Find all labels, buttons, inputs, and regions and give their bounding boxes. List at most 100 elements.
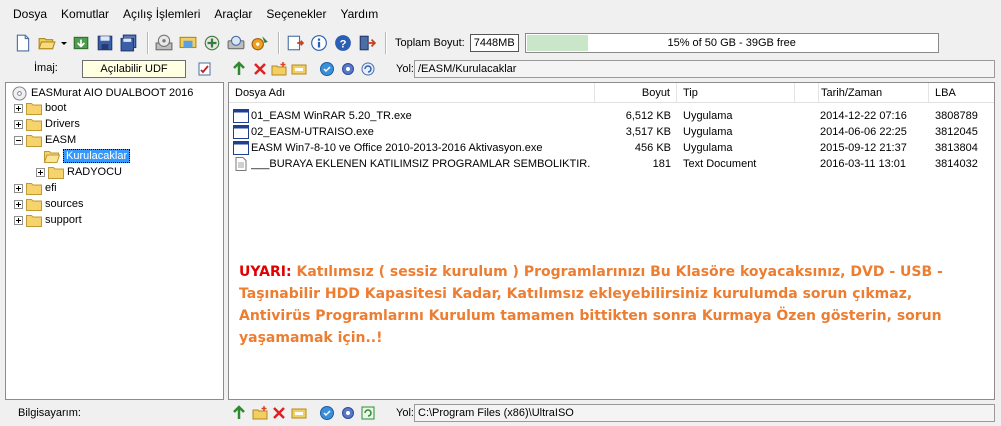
column-header-size[interactable]: Boyut — [595, 83, 677, 103]
expand-icon[interactable] — [14, 183, 23, 193]
file-size: 3,517 KB — [625, 126, 671, 138]
total-size-label: Toplam Boyut: — [395, 37, 465, 49]
boot-icon[interactable] — [318, 404, 336, 422]
tree-node-label: efi — [45, 182, 57, 194]
folder-icon — [26, 118, 42, 131]
refresh-icon[interactable] — [359, 60, 377, 78]
file-list-header: Dosya Adı Boyut Tip Tarih/Zaman LBA — [229, 83, 994, 103]
column-header-lba[interactable]: LBA — [929, 83, 994, 103]
tree-node-label: boot — [45, 102, 67, 114]
expand-icon[interactable] — [14, 119, 23, 129]
path-label: Yol: — [396, 63, 414, 75]
text-file-icon — [235, 157, 247, 171]
menu-secenekler[interactable]: Seçenekler — [259, 0, 333, 28]
save-as-icon[interactable] — [118, 32, 140, 54]
tree-node-easm[interactable]: EASM — [14, 132, 76, 148]
delete-icon[interactable] — [251, 60, 269, 78]
menu-dosya[interactable]: Dosya — [6, 0, 54, 28]
local-path-label: Yol: — [396, 407, 414, 419]
up-folder-icon[interactable] — [230, 404, 248, 422]
tree-node-sources[interactable]: sources — [14, 196, 84, 212]
checkmark-icon[interactable] — [196, 60, 214, 78]
capacity-text: 15% of 50 GB - 39GB free — [667, 37, 796, 49]
toolbar: ? Toplam Boyut: 7448MB 15% of 50 GB - 39… — [0, 28, 1001, 58]
tree-node-label: RADYOCU — [67, 166, 123, 178]
file-lba: 3814032 — [935, 158, 978, 170]
virtual-drive-icon[interactable] — [249, 32, 271, 54]
up-folder-icon[interactable] — [230, 60, 248, 78]
tree-node-drivers[interactable]: Drivers — [14, 116, 80, 132]
folder-icon — [26, 102, 42, 115]
file-lba: 3812045 — [935, 126, 978, 138]
delete-icon[interactable] — [270, 404, 288, 422]
tree-node-radyocu[interactable]: RADYOCU — [36, 164, 122, 180]
folder-icon — [26, 198, 42, 211]
column-header-spacer — [795, 83, 819, 103]
help-icon[interactable]: ? — [332, 32, 354, 54]
boot-icon[interactable] — [318, 60, 336, 78]
gear-icon[interactable] — [339, 60, 357, 78]
expand-icon[interactable] — [36, 167, 45, 177]
exit-icon[interactable] — [356, 32, 378, 54]
checksum-icon[interactable] — [225, 32, 247, 54]
tree-node-label: support — [45, 214, 82, 226]
menu-komutlar[interactable]: Komutlar — [54, 0, 116, 28]
file-size: 181 — [652, 158, 671, 170]
compress-icon[interactable] — [201, 32, 223, 54]
rename-icon[interactable] — [290, 60, 308, 78]
file-list: Dosya Adı Boyut Tip Tarih/Zaman LBA 01_E… — [228, 82, 995, 400]
table-row[interactable]: ___BURAYA EKLENEN KATILIMSIZ PROGRAMLAR … — [229, 156, 994, 172]
expand-icon[interactable] — [14, 199, 23, 209]
refresh-icon[interactable] — [359, 404, 377, 422]
info-icon[interactable] — [308, 32, 330, 54]
table-row[interactable]: 01_EASM WinRAR 5.20_TR.exe 6,512 KB Uygu… — [229, 108, 994, 124]
table-row[interactable]: EASM Win7-8-10 ve Office 2010-2013-2016 … — [229, 140, 994, 156]
computer-label: Bilgisayarım: — [18, 407, 81, 419]
tree-node-kurulacaklar[interactable]: Kurulacaklar — [44, 148, 131, 164]
exe-icon — [233, 141, 249, 155]
file-size: 6,512 KB — [625, 110, 671, 122]
extract-icon[interactable] — [70, 32, 92, 54]
properties-icon[interactable] — [284, 32, 306, 54]
column-header-date[interactable]: Tarih/Zaman — [819, 83, 929, 103]
file-date: 2016-03-11 13:01 — [820, 158, 907, 170]
tree-node-support[interactable]: support — [14, 212, 82, 228]
image-label: İmaj: — [34, 62, 58, 74]
burn-cd-icon[interactable] — [153, 32, 175, 54]
tree-node-label: Drivers — [45, 118, 80, 130]
collapse-icon[interactable] — [14, 135, 23, 145]
table-row[interactable]: 02_EASM-UTRAISO.exe 3,517 KB Uygulama 20… — [229, 124, 994, 140]
image-path-field[interactable]: /EASM/Kurulacaklar — [414, 60, 995, 78]
rename-icon[interactable] — [290, 404, 308, 422]
total-size-value: 7448MB — [469, 34, 519, 52]
column-header-type[interactable]: Tip — [677, 83, 795, 103]
new-folder-icon[interactable] — [251, 404, 269, 422]
folder-open-icon — [44, 150, 60, 163]
warning-lead: UYARI: — [239, 264, 292, 280]
file-type: Uygulama — [683, 142, 733, 154]
gear-icon[interactable] — [339, 404, 357, 422]
warning-text: Katılımsız ( sessiz kurulum ) Programlar… — [239, 264, 943, 346]
expand-icon[interactable] — [14, 215, 23, 225]
menu-acilis-islemleri[interactable]: Açılış İşlemleri — [116, 0, 207, 28]
menu-araclar[interactable]: Araçlar — [207, 0, 259, 28]
save-icon[interactable] — [94, 32, 116, 54]
file-name: 01_EASM WinRAR 5.20_TR.exe — [251, 110, 412, 122]
tree-root-node[interactable]: EASMurat AIO DUALBOOT 2016 — [12, 85, 193, 101]
expand-icon[interactable] — [14, 103, 23, 113]
new-icon[interactable] — [12, 32, 34, 54]
folder-icon — [26, 134, 42, 147]
new-folder-icon[interactable] — [270, 60, 288, 78]
tree-node-boot[interactable]: boot — [14, 100, 66, 116]
udf-button[interactable]: Açılabilir UDF — [82, 60, 186, 78]
local-path-field[interactable]: C:\Program Files (x86)\UltraISO — [414, 404, 995, 422]
folder-icon — [26, 214, 42, 227]
toolbar-separator — [147, 32, 148, 54]
menu-yardim[interactable]: Yardım — [333, 0, 385, 28]
tree-node-efi[interactable]: efi — [14, 180, 57, 196]
open-icon[interactable] — [36, 32, 58, 54]
image-row: İmaj: Açılabilir UDF Yol: /EASM/Kurulaca… — [0, 58, 1001, 80]
column-header-name[interactable]: Dosya Adı — [229, 83, 595, 103]
mount-icon[interactable] — [177, 32, 199, 54]
chevron-down-icon[interactable] — [60, 32, 68, 54]
